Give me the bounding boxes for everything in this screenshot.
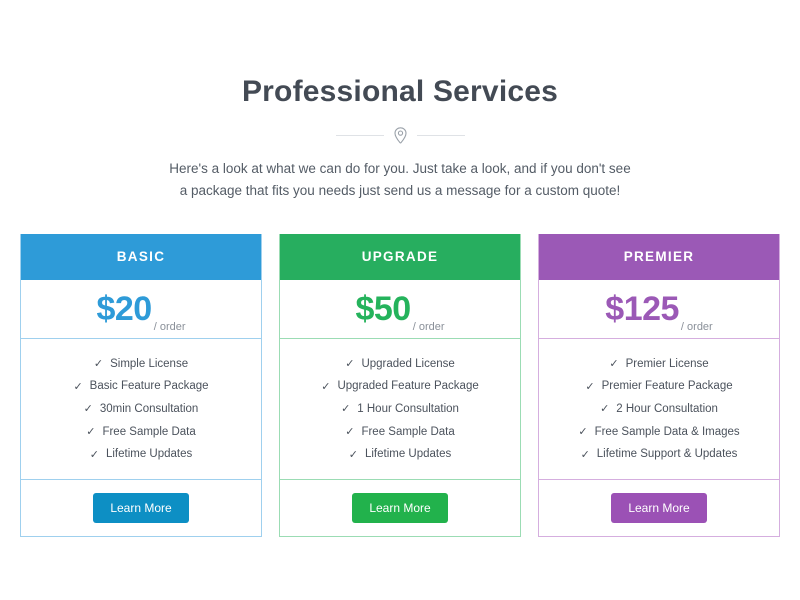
feature-item: ✓ Free Sample Data bbox=[31, 421, 251, 444]
learn-more-button-basic[interactable]: Learn More bbox=[93, 493, 189, 524]
learn-more-button-upgrade[interactable]: Learn More bbox=[352, 493, 448, 524]
feature-item: ✓ Lifetime Updates bbox=[290, 444, 510, 467]
plan-footer-premier: Learn More bbox=[539, 480, 779, 536]
feature-item: ✓ Upgraded Feature Package bbox=[290, 376, 510, 399]
plan-price-upgrade: $50 bbox=[355, 290, 411, 328]
feature-label: Simple License bbox=[110, 357, 189, 370]
section-subtitle: Here's a look at what we can do for you.… bbox=[169, 161, 631, 199]
plan-footer-upgrade: Learn More bbox=[280, 480, 520, 536]
feature-item: ✓ Free Sample Data & Images bbox=[549, 421, 769, 444]
plan-features-premier: ✓ Premier License ✓ Premier Feature Pack… bbox=[539, 339, 779, 481]
check-icon: ✓ bbox=[578, 425, 588, 438]
plan-price-unit-premier: / order bbox=[680, 321, 713, 333]
feature-item: ✓ 30min Consultation bbox=[31, 398, 251, 421]
feature-item: ✓ Premier Feature Package bbox=[549, 376, 769, 399]
plan-price-row-basic: $20 / order bbox=[21, 280, 261, 339]
feature-item: ✓ Lifetime Updates bbox=[31, 444, 251, 467]
page-title: Professional Services bbox=[241, 75, 559, 108]
feature-label: Basic Feature Package bbox=[89, 380, 209, 393]
feature-item: ✓ 1 Hour Consultation bbox=[290, 398, 510, 421]
feature-item: ✓ Simple License bbox=[31, 353, 251, 376]
check-icon: ✓ bbox=[345, 425, 355, 438]
feature-label: 1 Hour Consultation bbox=[357, 402, 459, 415]
plan-price-basic: $20 bbox=[96, 290, 152, 328]
feature-label: Lifetime Updates bbox=[364, 448, 452, 461]
feature-label: 2 Hour Consultation bbox=[616, 402, 718, 415]
map-pin-icon bbox=[393, 126, 407, 144]
plan-name-basic: BASIC bbox=[21, 234, 261, 280]
check-icon: ✓ bbox=[73, 380, 83, 393]
check-icon: ✓ bbox=[600, 403, 610, 416]
feature-item: ✓ Basic Feature Package bbox=[31, 376, 251, 399]
feature-label: Lifetime Updates bbox=[105, 448, 193, 461]
feature-item: ✓ 2 Hour Consultation bbox=[549, 398, 769, 421]
plan-name-upgrade: UPGRADE bbox=[280, 234, 520, 280]
plan-price-premier: $125 bbox=[605, 290, 679, 328]
feature-item: ✓ Free Sample Data bbox=[290, 421, 510, 444]
feature-label: Upgraded Feature Package bbox=[337, 380, 479, 393]
check-icon: ✓ bbox=[585, 380, 595, 393]
feature-label: 30min Consultation bbox=[99, 402, 199, 415]
feature-item: ✓ Lifetime Support & Updates bbox=[549, 444, 769, 467]
feature-item: ✓ Premier License bbox=[549, 353, 769, 376]
feature-label: Free Sample Data & Images bbox=[594, 425, 740, 438]
plan-price-unit-upgrade: / order bbox=[412, 321, 445, 333]
check-icon: ✓ bbox=[341, 403, 351, 416]
pricing-cards-container: BASIC $20 / order ✓ Simple License ✓ Bas… bbox=[20, 234, 780, 538]
divider-line-left bbox=[335, 134, 384, 136]
check-icon: ✓ bbox=[345, 357, 355, 370]
learn-more-button-premier[interactable]: Learn More bbox=[611, 493, 707, 524]
check-icon: ✓ bbox=[609, 357, 619, 370]
pricing-card-basic: BASIC $20 / order ✓ Simple License ✓ Bas… bbox=[20, 234, 262, 538]
section-header: Professional Services Here's a look at w… bbox=[0, 0, 800, 203]
plan-price-row-premier: $125 / order bbox=[539, 280, 779, 339]
ornamental-divider bbox=[0, 126, 800, 144]
feature-label: Premier Feature Package bbox=[601, 380, 733, 393]
feature-label: Free Sample Data bbox=[361, 425, 455, 438]
plan-price-unit-basic: / order bbox=[153, 321, 186, 333]
feature-label: Free Sample Data bbox=[102, 425, 196, 438]
pricing-card-upgrade: UPGRADE $50 / order ✓ Upgraded License ✓… bbox=[279, 234, 521, 538]
plan-features-upgrade: ✓ Upgraded License ✓ Upgraded Feature Pa… bbox=[280, 339, 520, 481]
check-icon: ✓ bbox=[321, 380, 331, 393]
check-icon: ✓ bbox=[89, 448, 99, 461]
plan-name-premier: PREMIER bbox=[539, 234, 779, 280]
feature-label: Premier License bbox=[625, 357, 709, 370]
feature-label: Lifetime Support & Updates bbox=[596, 448, 738, 461]
pricing-page: Professional Services Here's a look at w… bbox=[0, 0, 800, 600]
feature-item: ✓ Upgraded License bbox=[290, 353, 510, 376]
check-icon: ✓ bbox=[86, 425, 96, 438]
plan-footer-basic: Learn More bbox=[21, 480, 261, 536]
divider-line-right bbox=[416, 134, 465, 136]
pricing-card-premier: PREMIER $125 / order ✓ Premier License ✓… bbox=[538, 234, 780, 538]
check-icon: ✓ bbox=[580, 448, 590, 461]
plan-price-row-upgrade: $50 / order bbox=[280, 280, 520, 339]
feature-label: Upgraded License bbox=[361, 357, 455, 370]
check-icon: ✓ bbox=[93, 357, 104, 370]
check-icon: ✓ bbox=[83, 403, 93, 416]
plan-features-basic: ✓ Simple License ✓ Basic Feature Package… bbox=[21, 339, 261, 481]
check-icon: ✓ bbox=[348, 448, 358, 461]
